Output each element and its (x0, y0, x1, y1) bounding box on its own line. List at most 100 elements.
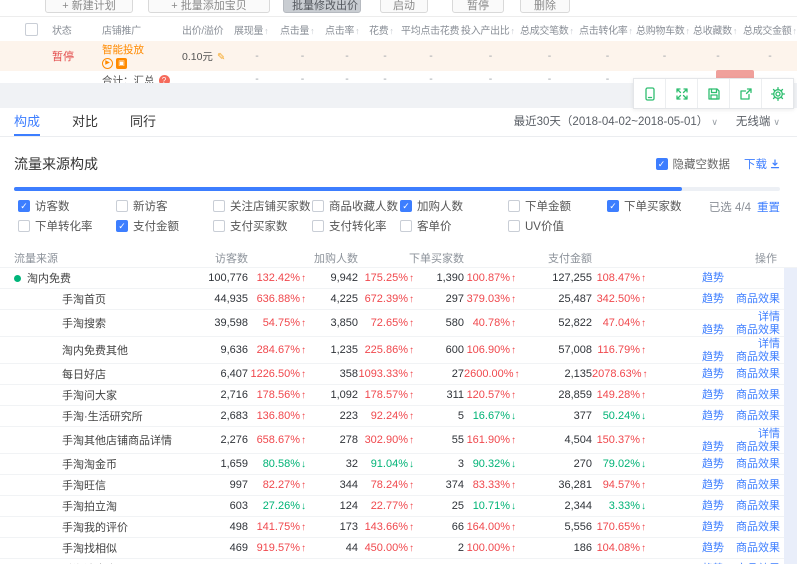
toolbar-button[interactable]: + 新建计划 (45, 0, 133, 13)
column-支付金额[interactable]: 支付金额 (548, 250, 592, 266)
traffic-row[interactable]: 手淘找相似469919.57%↑44450.00%↑2100.00%↑18610… (0, 537, 797, 558)
edit-pencil-icon[interactable]: ✎ (217, 52, 225, 63)
metric-checkbox[interactable]: ✓支付金额 (116, 218, 179, 234)
action-趋势[interactable]: 趋势 (702, 441, 724, 453)
vertical-scrollbar[interactable] (784, 268, 797, 564)
checkbox-icon[interactable] (116, 200, 128, 212)
hide-empty-checkbox[interactable]: ✓ 隐藏空数据 (656, 156, 731, 172)
action-详情[interactable]: 详情 (758, 311, 780, 323)
traffic-row[interactable]: 手淘淘金币1,65980.58%↓3291.04%↓390.32%↓27079.… (0, 453, 797, 474)
traffic-row[interactable]: 手淘·生活研究所2,683136.80%↑22392.24%↑516.67%↓3… (0, 405, 797, 426)
checkbox-icon[interactable] (213, 200, 225, 212)
campaign-row[interactable]: 暂停智能投放▶▣0.10元✎----------- (0, 41, 797, 71)
column-header[interactable]: 出价/溢价 (182, 22, 234, 37)
action-趋势[interactable]: 趋势 (702, 542, 724, 554)
action-趋势[interactable]: 趋势 (702, 293, 724, 305)
column-header[interactable]: 店铺推广 (102, 22, 182, 37)
action-趋势[interactable]: 趋势 (702, 458, 724, 470)
action-商品效果[interactable]: 商品效果 (734, 368, 780, 380)
traffic-row[interactable]: 淘内免费100,776132.42%↑9,942175.25%↑1,390100… (0, 267, 797, 288)
column-header[interactable]: 平均点击花费↑ (401, 22, 461, 37)
column-header[interactable]: 点击量↑ (280, 22, 325, 37)
export-icon[interactable] (729, 79, 761, 108)
action-商品效果[interactable]: 商品效果 (734, 324, 780, 336)
toolbar-button[interactable]: + 批量添加宝贝 (148, 0, 270, 13)
toolbar-button[interactable]: 批量修改出价 (283, 0, 361, 13)
traffic-row[interactable]: 淘内免费其他9,636284.67%↑1,235225.86%↑600106.9… (0, 336, 797, 363)
checkbox-icon[interactable] (312, 200, 324, 212)
checkbox-icon[interactable] (18, 220, 30, 232)
campaign-name[interactable]: 智能投放 (102, 44, 182, 56)
sort-arrow-icon[interactable]: ↑ (733, 26, 737, 36)
horizontal-scrollbar[interactable] (14, 187, 780, 191)
action-商品效果[interactable]: 商品效果 (734, 542, 780, 554)
date-range-selector[interactable]: 最近30天（2018-04-02~2018-05-01）∨ (514, 108, 718, 136)
action-商品效果[interactable]: 商品效果 (734, 389, 780, 401)
checkbox-icon[interactable] (312, 220, 324, 232)
toolbar-button[interactable]: 启动 (380, 0, 428, 13)
tab-同行[interactable]: 同行 (130, 108, 156, 136)
metric-checkbox[interactable]: UV价值 (508, 218, 564, 234)
metric-checkbox[interactable]: 下单金额 (508, 198, 571, 214)
column-header[interactable]: 展现量↑ (234, 22, 280, 37)
column-header[interactable]: 花费↑ (369, 22, 401, 37)
column-下单买家数[interactable]: 下单买家数 (409, 250, 464, 266)
action-趋势[interactable]: 趋势 (702, 410, 724, 422)
checkbox-icon[interactable] (400, 220, 412, 232)
metric-checkbox[interactable]: 下单转化率 (18, 218, 93, 234)
metric-checkbox[interactable]: 客单价 (400, 218, 452, 234)
action-商品效果[interactable]: 商品效果 (734, 500, 780, 512)
traffic-row[interactable]: 手淘我的评价498141.75%↑173143.66%↑66164.00%↑5,… (0, 516, 797, 537)
metric-checkbox[interactable]: 新访客 (116, 198, 168, 214)
column-加购人数[interactable]: 加购人数 (314, 250, 358, 266)
action-趋势[interactable]: 趋势 (702, 389, 724, 401)
traffic-row[interactable]: 手淘旺信99782.27%↑34478.24%↑37483.33%↑36,281… (0, 474, 797, 495)
action-趋势[interactable]: 趋势 (702, 272, 724, 284)
checkbox-checked-icon[interactable]: ✓ (116, 220, 128, 232)
download-link[interactable]: 下载 (744, 156, 780, 172)
sort-arrow-icon[interactable]: ↑ (264, 26, 268, 36)
action-趋势[interactable]: 趋势 (702, 368, 724, 380)
action-商品效果[interactable]: 商品效果 (734, 351, 780, 363)
checkbox-checked-icon[interactable]: ✓ (607, 200, 619, 212)
column-header[interactable]: 投入产出比↑ (461, 22, 520, 37)
traffic-row[interactable]: 手淘首页44,935636.88%↑4,225672.39%↑297379.03… (0, 288, 797, 309)
traffic-row[interactable]: 手淘消息中心41192.06%↑89106.98%↑5951.28%↑5,496… (0, 558, 797, 564)
metric-checkbox[interactable]: ✓下单买家数 (607, 198, 682, 214)
metric-checkbox[interactable]: ✓加购人数 (400, 198, 463, 214)
metric-checkbox[interactable]: 商品收藏人数 (312, 198, 398, 214)
checkbox-icon[interactable] (213, 220, 225, 232)
column-header[interactable]: 总购物车数↑ (636, 22, 693, 37)
terminal-selector[interactable]: 无线端∨ (736, 108, 780, 136)
sort-arrow-icon[interactable]: ↑ (793, 26, 797, 36)
traffic-row[interactable]: 手淘其他店铺商品详情2,276658.67%↑278302.90%↑55161.… (0, 426, 797, 453)
action-趋势[interactable]: 趋势 (702, 351, 724, 363)
toolbar-button[interactable]: 删除 (520, 0, 570, 13)
sort-arrow-icon[interactable]: ↑ (511, 26, 515, 36)
play-icon[interactable]: ▶ (102, 58, 113, 69)
column-header[interactable]: 总成交金额↑ (743, 22, 797, 37)
action-商品效果[interactable]: 商品效果 (734, 441, 780, 453)
metric-checkbox[interactable]: ✓访客数 (18, 198, 70, 214)
action-商品效果[interactable]: 商品效果 (734, 521, 780, 533)
checkbox-icon[interactable] (508, 200, 520, 212)
traffic-row[interactable]: 每日好店6,4071226.50%↑3581093.33%↑272600.00%… (0, 363, 797, 384)
action-商品效果[interactable]: 商品效果 (734, 410, 780, 422)
action-趋势[interactable]: 趋势 (702, 500, 724, 512)
action-趋势[interactable]: 趋势 (702, 479, 724, 491)
action-商品效果[interactable]: 商品效果 (734, 293, 780, 305)
select-all-checkbox[interactable] (25, 23, 38, 36)
reset-link[interactable]: 重置 (757, 199, 780, 215)
sort-arrow-icon[interactable]: ↑ (570, 26, 574, 36)
action-商品效果[interactable]: 商品效果 (734, 458, 780, 470)
action-商品效果[interactable]: 商品效果 (734, 479, 780, 491)
tab-对比[interactable]: 对比 (72, 108, 98, 136)
checkbox-checked-icon[interactable]: ✓ (400, 200, 412, 212)
metric-checkbox[interactable]: 支付转化率 (312, 218, 387, 234)
metric-checkbox[interactable]: 支付买家数 (213, 218, 288, 234)
sort-arrow-icon[interactable]: ↑ (389, 26, 393, 36)
action-趋势[interactable]: 趋势 (702, 324, 724, 336)
column-访客数[interactable]: 访客数 (215, 250, 248, 266)
fullscreen-icon[interactable] (665, 79, 697, 108)
sort-arrow-icon[interactable]: ↑ (310, 26, 314, 36)
